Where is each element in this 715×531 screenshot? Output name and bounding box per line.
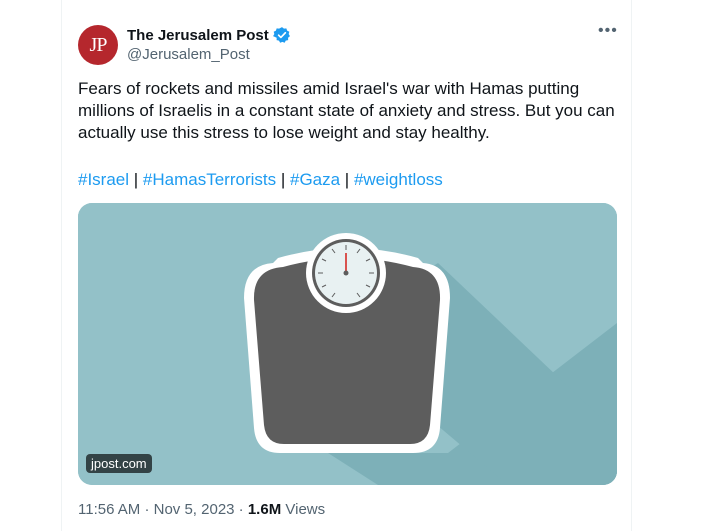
hashtag-link[interactable]: #HamasTerrorists (143, 170, 276, 189)
tweet-text: Fears of rockets and missiles amid Israe… (78, 79, 615, 142)
hashtag-link[interactable]: #Israel (78, 170, 129, 189)
display-name[interactable]: The Jerusalem Post (127, 27, 269, 44)
media-image[interactable] (78, 203, 617, 485)
more-options-icon[interactable]: ••• (598, 22, 618, 40)
hashtag-separator: | (276, 170, 290, 189)
tweet-date[interactable]: Nov 5, 2023 (154, 501, 235, 518)
avatar[interactable]: JP (78, 25, 118, 65)
tweet-meta: 11:56 AM · Nov 5, 2023 · 1.6M Views (78, 501, 325, 518)
hashtag-separator: | (129, 170, 143, 189)
tweet-time[interactable]: 11:56 AM (78, 501, 140, 518)
account-name-row[interactable]: The Jerusalem Post (127, 26, 291, 44)
verified-badge-icon (272, 27, 290, 43)
hashtag-link[interactable]: #Gaza (290, 170, 340, 189)
media-source-badge: jpost.com (86, 454, 152, 473)
views-count: 1.6M (247, 501, 282, 518)
avatar-initials: JP (89, 33, 108, 56)
views-label: Views (285, 501, 326, 518)
hashtag-row: #Israel | #HamasTerrorists | #Gaza | #we… (78, 170, 443, 190)
account-handle[interactable]: @Jerusalem_Post (127, 46, 250, 63)
meta-dot: · (144, 501, 154, 518)
meta-dot: · (238, 501, 248, 518)
hashtag-link[interactable]: #weightloss (354, 170, 443, 189)
bathroom-scale-icon (78, 203, 617, 485)
hashtag-separator: | (340, 170, 354, 189)
